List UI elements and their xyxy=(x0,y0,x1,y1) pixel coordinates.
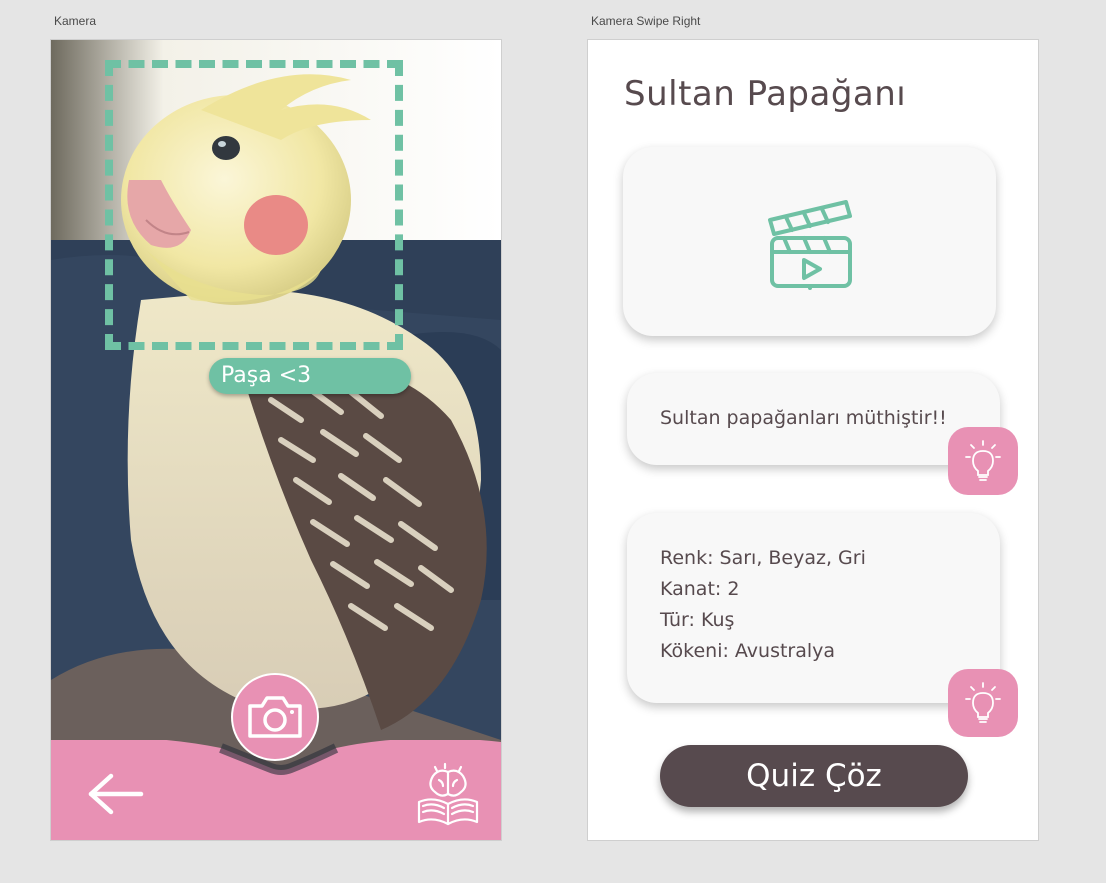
attribute-list: Renk: Sarı, Beyaz, Gri Kanat: 2 Tür: Kuş… xyxy=(660,543,866,667)
attribute-color: Renk: Sarı, Beyaz, Gri xyxy=(660,547,866,569)
attribute-origin: Kökeni: Avustralya xyxy=(660,640,836,662)
clapperboard-play-icon xyxy=(767,199,852,290)
learn-button[interactable] xyxy=(415,762,481,828)
detection-box xyxy=(105,60,403,350)
attribute-species: Tür: Kuş xyxy=(660,609,735,631)
info-screen: Sultan Papağanı Sultan papağanları müthi… xyxy=(588,40,1038,840)
camera-shutter-button[interactable] xyxy=(231,673,319,761)
attribute-wings: Kanat: 2 xyxy=(660,578,740,600)
artboard-label-info: Kamera Swipe Right xyxy=(591,14,701,28)
artboard-label-camera: Kamera xyxy=(54,14,97,28)
back-button[interactable] xyxy=(85,770,145,818)
detection-label: Paşa <3 xyxy=(209,358,411,394)
hint-button-fact[interactable] xyxy=(948,427,1018,495)
camera-screen: Paşa <3 xyxy=(51,40,501,840)
page-title: Sultan Papağanı xyxy=(624,74,907,114)
fact-card: Sultan papağanları müthiştir!! xyxy=(627,373,1000,465)
fact-text: Sultan papağanları müthiştir!! xyxy=(660,407,947,429)
hint-button-attributes[interactable] xyxy=(948,669,1018,737)
brain-book-icon xyxy=(417,762,479,826)
quiz-button[interactable]: Quiz Çöz xyxy=(660,745,968,807)
video-card[interactable] xyxy=(623,147,996,336)
camera-icon xyxy=(248,696,302,738)
lightbulb-icon xyxy=(965,440,1001,481)
arrow-left-icon xyxy=(88,773,144,815)
lightbulb-icon xyxy=(965,682,1001,723)
attributes-card: Renk: Sarı, Beyaz, Gri Kanat: 2 Tür: Kuş… xyxy=(627,513,1000,703)
